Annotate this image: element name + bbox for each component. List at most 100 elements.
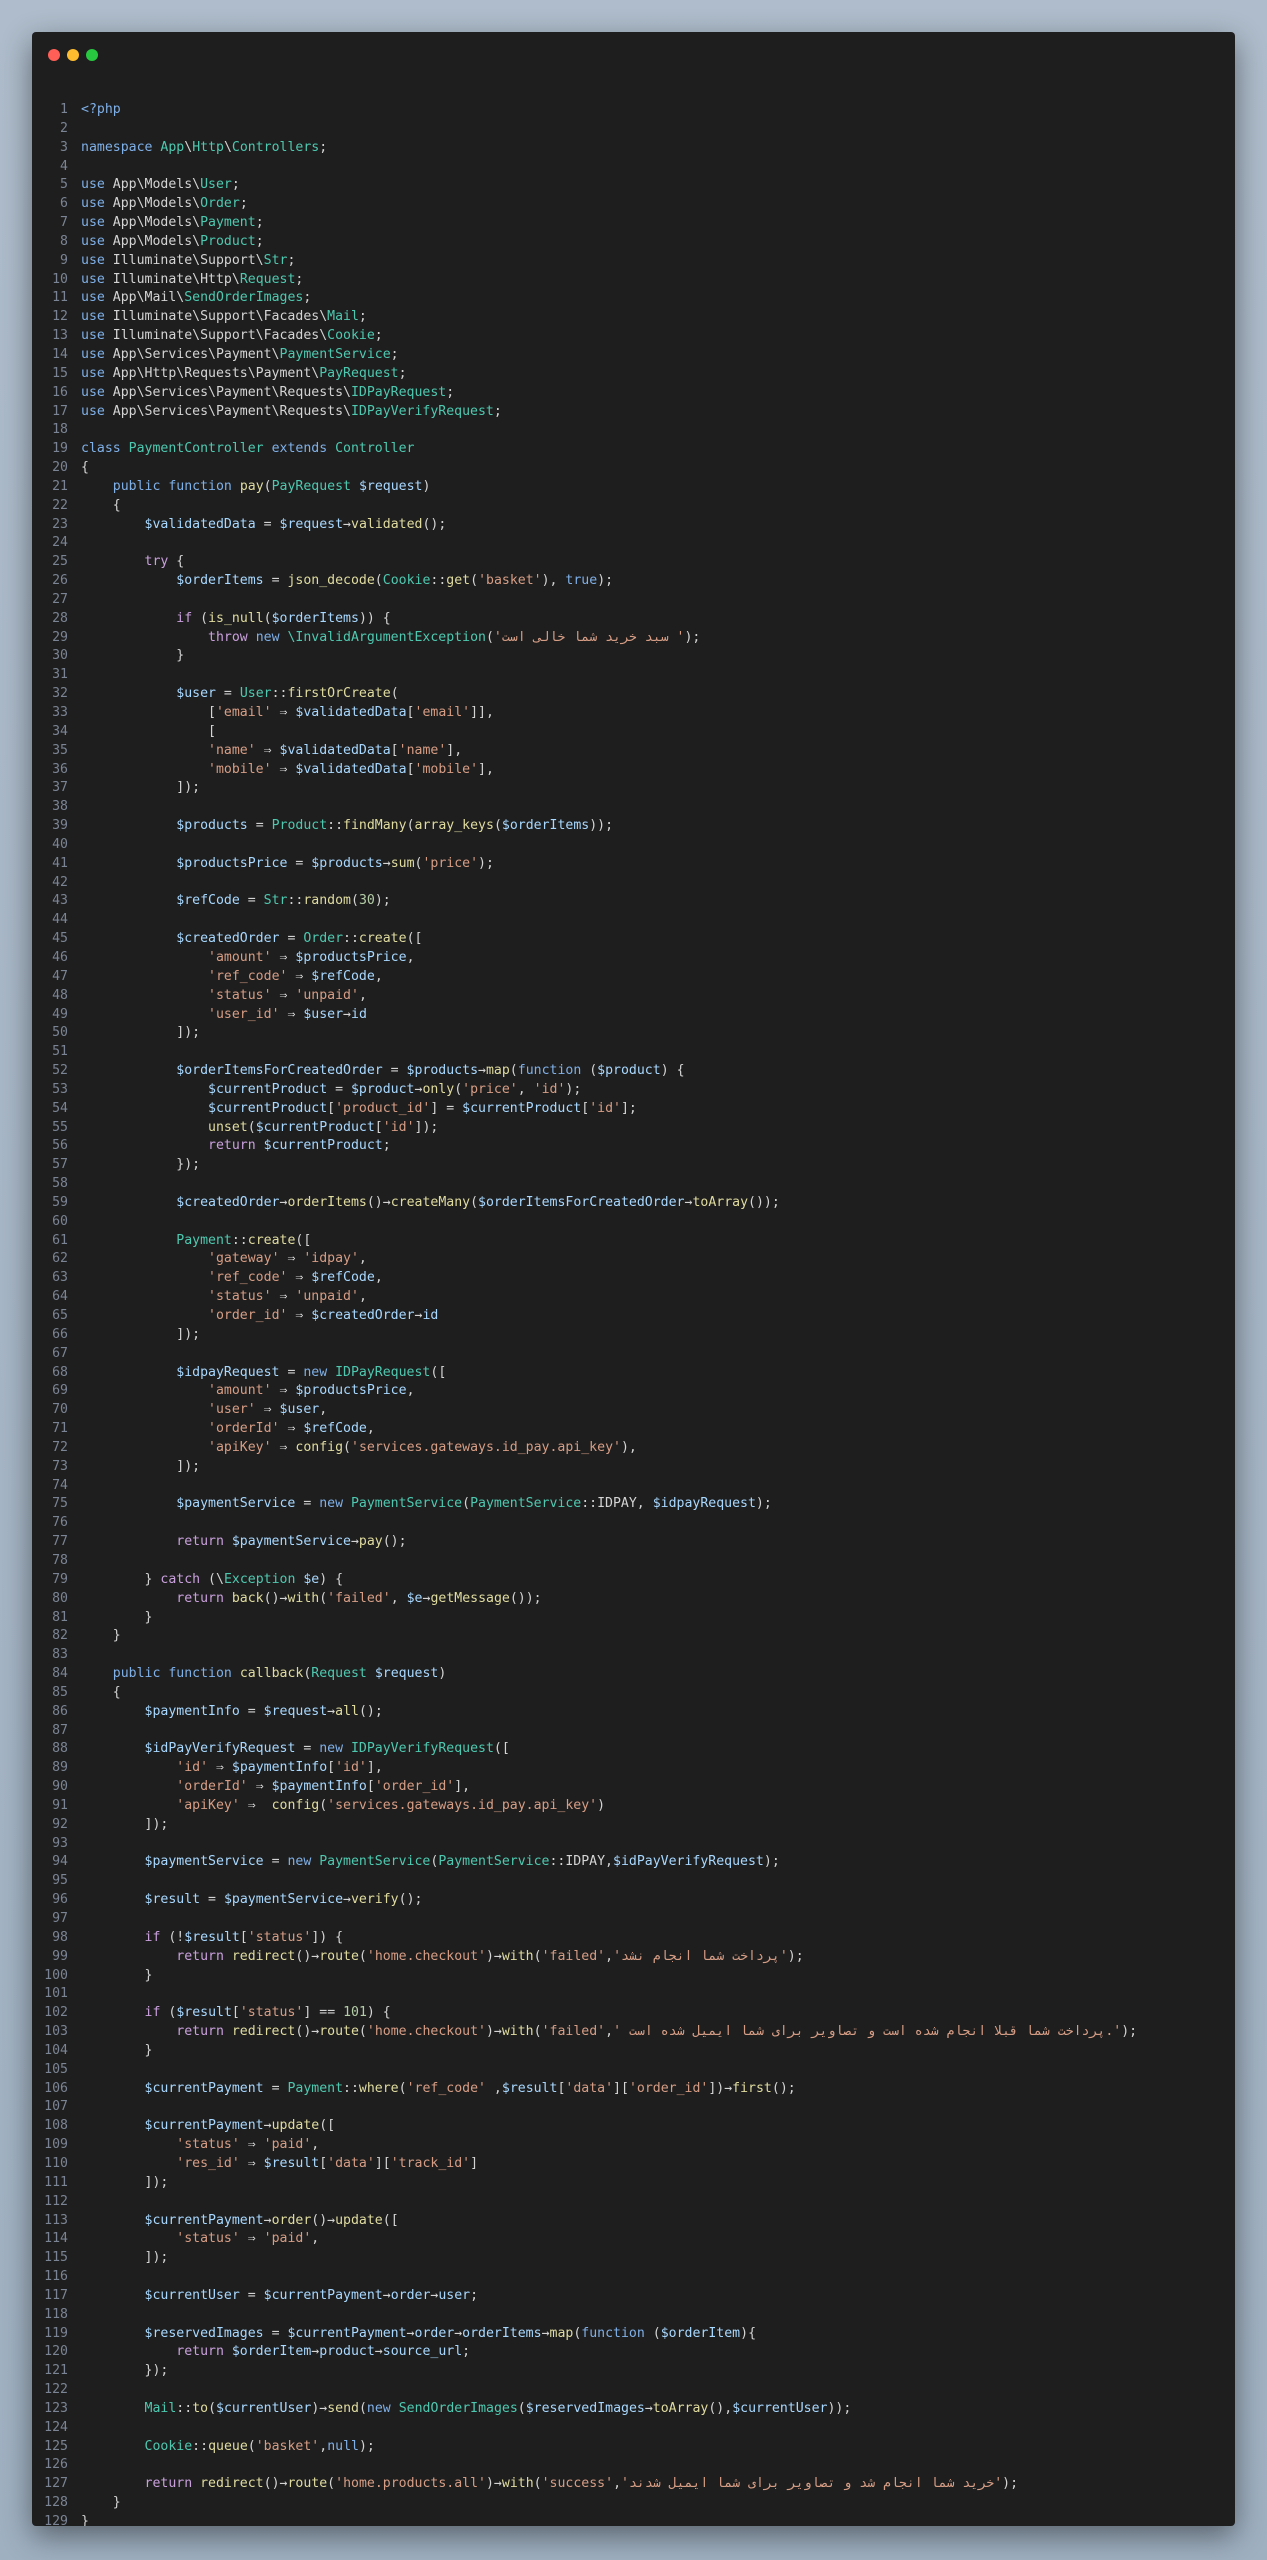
code-token: return [176, 1590, 232, 1606]
code-line: 47 'ref_code' ⇒ $refCode, [32, 968, 1235, 987]
code-line: 28 if (is_null($orderItems)) { [32, 610, 1235, 629]
code-token: Str [263, 252, 288, 268]
code-token: Str [263, 893, 288, 909]
code-token: → [263, 2118, 272, 2134]
code-token: ][ [613, 2080, 629, 2096]
code-line: 124 [32, 2419, 1235, 2438]
code-token: ([ [406, 931, 423, 947]
code-token: $user [176, 686, 216, 702]
code-token: ::IDPAY, [581, 1496, 653, 1512]
code-line: 69 'amount' ⇒ $productsPrice, [32, 1382, 1235, 1401]
code-token: $user [303, 1006, 344, 1022]
code-token: $validatedData [144, 516, 256, 532]
code-token: new [319, 1741, 351, 1757]
code-token: :: [343, 931, 359, 947]
line-number: 44 [52, 912, 68, 928]
code-line: 73 ]); [32, 1458, 1235, 1477]
line-number: 100 [44, 1967, 68, 1983]
code-token: all [335, 1703, 359, 1719]
code-token: ; [319, 139, 328, 155]
line-number: 54 [52, 1100, 68, 1116]
line-number: 87 [52, 1722, 68, 1738]
code-token: 'failed' [327, 1590, 391, 1606]
code-line: 27 [32, 591, 1235, 610]
code-token: redirect [200, 2476, 264, 2492]
close-window-icon[interactable] [48, 49, 60, 61]
code-token: $orderItem [231, 2344, 312, 2360]
code-line: 21 public function pay(PayRequest $reque… [32, 478, 1235, 497]
code-line: 58 [32, 1175, 1235, 1194]
code-token: ]); [81, 2174, 169, 2190]
code-token: = [247, 818, 272, 834]
code-token: Request [239, 271, 296, 287]
code-token: 'unpaid' [295, 1289, 359, 1305]
code-token: source_url [382, 2344, 463, 2360]
code-line: 44 [32, 911, 1235, 930]
line-number: 23 [52, 516, 68, 532]
code-token: App\Http\Requests\Payment\ [112, 365, 320, 381]
code-line: 123 Mail::to($currentUser)→send(new Send… [32, 2400, 1235, 2419]
code-token: ); [565, 1081, 582, 1097]
code-token: ); [1002, 2476, 1019, 2492]
code-line: 34 [ [32, 723, 1235, 742]
line-number: 52 [52, 1063, 68, 1079]
code-token: $orderItemsForCreatedOrder [478, 1194, 685, 1210]
code-token: $currentPayment [144, 2212, 264, 2228]
code-token: Illuminate\Http\ [112, 271, 240, 287]
code-line: 11 use App\Mail\SendOrderImages; [32, 289, 1235, 308]
line-number: 108 [44, 2118, 68, 2134]
code-token: :: [192, 2438, 209, 2454]
code-token: 'idpay' [303, 1251, 359, 1267]
code-line: 4 [32, 158, 1235, 177]
minimize-window-icon[interactable] [67, 49, 79, 61]
line-number: 19 [52, 441, 68, 457]
code-editor: 1 <?php 2 3 namespace App\Http\Controllers; 4… [32, 101, 1235, 2526]
code-token: 'order_id' [374, 1779, 455, 1795]
code-token: Product [271, 818, 328, 834]
code-token: 'user' [208, 1402, 256, 1418]
code-token: ] [470, 2155, 479, 2171]
code-token: ); [755, 1496, 772, 1512]
line-number: 28 [52, 610, 68, 626]
code-token: config [295, 1439, 344, 1455]
code-token: $validatedData [279, 742, 391, 758]
code-token: orderItems [287, 1194, 367, 1210]
code-token: 'services.gateways.id_pay.api_key' [351, 1439, 621, 1455]
code-token: ( [192, 610, 209, 626]
code-token: → [263, 2212, 272, 2228]
code-token: $productsPrice [295, 949, 407, 965]
code-token: $product [597, 1063, 661, 1079]
code-token: = [239, 1703, 264, 1719]
code-token: if [176, 610, 193, 626]
line-number: 25 [52, 554, 68, 570]
line-number: 120 [44, 2344, 68, 2360]
code-token: App\Services\Payment\Requests\ [112, 403, 351, 419]
code-token: new [287, 1854, 320, 1870]
code-token: , [406, 1383, 415, 1399]
code-token: array_keys [414, 818, 494, 834]
code-line: 64 'status' ⇒ 'unpaid', [32, 1288, 1235, 1307]
code-token: toArray [692, 1194, 749, 1210]
code-token: IDPayVerifyRequest [350, 1741, 494, 1757]
maximize-window-icon[interactable] [86, 49, 98, 61]
code-token: <?php [81, 102, 121, 117]
code-line: 25 try { [32, 553, 1235, 572]
code-token: $currentProduct [255, 1119, 375, 1135]
code-token: ([ [493, 1741, 510, 1757]
code-line: 23 $validatedData = $request→validated()… [32, 516, 1235, 535]
line-number: 27 [52, 591, 68, 607]
code-token: \InvalidArgumentException [287, 629, 486, 645]
code-token: } [81, 2514, 89, 2526]
line-number: 30 [52, 648, 68, 664]
code-token: ()→ [366, 1194, 391, 1210]
code-token: $product [350, 1081, 415, 1097]
code-token: ); [358, 2438, 375, 2454]
code-token: , [358, 987, 367, 1003]
code-token: [ [581, 1100, 590, 1116]
code-line: 86 $paymentInfo = $request→all(); [32, 1703, 1235, 1722]
code-token: SendOrderImages [398, 2400, 518, 2416]
code-line: 114 'status' ⇒ 'paid', [32, 2230, 1235, 2249]
